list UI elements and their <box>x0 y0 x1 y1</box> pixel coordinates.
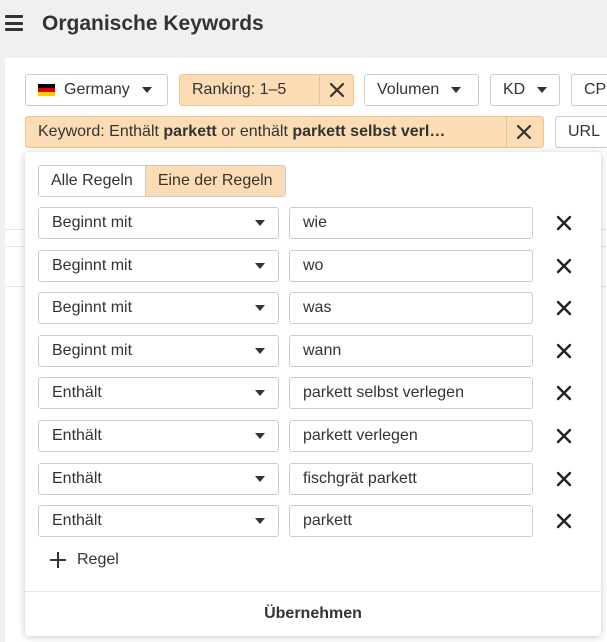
rule-operator-select[interactable]: Beginnt mit <box>38 335 279 367</box>
keyword-filter-text: Keyword: Enthält parkett or enthält park… <box>38 123 445 141</box>
rule-value-input[interactable]: fischgrät parkett <box>289 463 533 495</box>
close-icon <box>556 300 572 316</box>
keyword-filter-middle: or enthält <box>216 123 293 140</box>
close-icon <box>556 385 572 401</box>
chevron-down-icon <box>255 220 265 226</box>
rule-value-input[interactable]: wie <box>289 207 533 239</box>
plus-icon <box>50 552 66 568</box>
kd-filter[interactable]: KD <box>490 74 560 106</box>
volume-label: Volumen <box>377 81 440 98</box>
rule-remove-button[interactable] <box>552 339 576 363</box>
add-rule-button[interactable]: Regel <box>50 551 119 569</box>
keyword-filter[interactable]: Keyword: Enthält parkett or enthält park… <box>25 116 544 148</box>
url-filter[interactable]: URL <box>555 116 607 148</box>
rule-operator-select[interactable]: Enthält <box>38 377 279 409</box>
close-icon <box>556 343 572 359</box>
rule-operator-label: Beginnt mit <box>52 257 133 274</box>
keyword-filter-prefix: Keyword: Enthält <box>38 123 164 140</box>
rule-operator-label: Enthält <box>52 512 102 529</box>
top-bar: Organische Keywords <box>0 0 607 58</box>
close-icon <box>556 428 572 444</box>
volume-filter[interactable]: Volumen <box>364 74 479 106</box>
rule-operator-select[interactable]: Enthält <box>38 505 279 537</box>
rule-remove-button[interactable] <box>552 424 576 448</box>
rule-remove-button[interactable] <box>552 381 576 405</box>
rule-mode-toggle: Alle Regeln Eine der Regeln <box>38 165 286 197</box>
rule-operator-select[interactable]: Beginnt mit <box>38 207 279 239</box>
country-label: Germany <box>64 81 130 98</box>
rule-value-input[interactable]: wann <box>289 335 533 367</box>
chevron-down-icon <box>255 518 265 524</box>
chevron-down-icon <box>255 348 265 354</box>
close-icon <box>556 513 572 529</box>
close-icon <box>556 215 572 231</box>
rule-remove-button[interactable] <box>552 509 576 533</box>
chevron-down-icon <box>255 476 265 482</box>
keyword-filter-term-1: parkett <box>163 123 217 140</box>
apply-button[interactable]: Übernehmen <box>264 605 362 623</box>
rule-operator-label: Enthält <box>52 427 102 444</box>
hamburger-menu-icon[interactable] <box>5 15 23 31</box>
chevron-down-icon <box>141 87 152 93</box>
page-title: Organische Keywords <box>42 12 264 35</box>
germany-flag-icon <box>38 84 55 96</box>
rule-operator-label: Beginnt mit <box>52 299 133 316</box>
rule-operator-select[interactable]: Enthält <box>38 420 279 452</box>
keyword-filter-term-2: parkett selbst verl… <box>292 123 446 140</box>
chevron-down-icon <box>255 263 265 269</box>
rule-value-input[interactable]: parkett <box>289 505 533 537</box>
mode-all-rules-button[interactable]: Alle Regeln <box>39 166 145 196</box>
mode-any-rule-button[interactable]: Eine der Regeln <box>144 166 285 196</box>
rule-operator-select[interactable]: Beginnt mit <box>38 292 279 324</box>
url-label: URL <box>568 123 601 140</box>
close-icon <box>556 258 572 274</box>
rule-value-input[interactable]: wo <box>289 250 533 282</box>
rule-remove-button[interactable] <box>552 467 576 491</box>
chevron-down-icon <box>537 87 548 93</box>
chevron-down-icon <box>451 87 462 93</box>
rule-value-input[interactable]: parkett verlegen <box>289 420 533 452</box>
rule-remove-button[interactable] <box>552 211 576 235</box>
chevron-down-icon <box>255 390 265 396</box>
country-select[interactable]: Germany <box>25 74 168 106</box>
close-icon <box>516 125 531 139</box>
rule-operator-label: Beginnt mit <box>52 214 133 231</box>
dropdown-footer: Übernehmen <box>25 591 601 636</box>
add-rule-label: Regel <box>77 551 119 568</box>
keyword-filter-remove-button[interactable] <box>506 117 540 147</box>
kd-label: KD <box>503 81 526 98</box>
ranking-filter-remove-button[interactable] <box>319 75 353 105</box>
close-icon <box>556 471 572 487</box>
ranking-filter[interactable]: Ranking: 1–5 <box>179 74 354 106</box>
rule-operator-select[interactable]: Enthält <box>38 463 279 495</box>
ranking-filter-label: Ranking: 1–5 <box>192 81 287 98</box>
rule-remove-button[interactable] <box>552 254 576 278</box>
rule-operator-label: Beginnt mit <box>52 342 133 359</box>
rule-operator-label: Enthält <box>52 384 102 401</box>
rule-operator-select[interactable]: Beginnt mit <box>38 250 279 282</box>
close-icon <box>329 83 344 97</box>
rule-value-input[interactable]: was <box>289 292 533 324</box>
rule-remove-button[interactable] <box>552 296 576 320</box>
keyword-filter-dropdown: Alle Regeln Eine der Regeln Beginnt mit w… <box>25 152 601 636</box>
cpc-filter[interactable]: CPC <box>571 74 607 106</box>
chevron-down-icon <box>255 305 265 311</box>
chevron-down-icon <box>255 433 265 439</box>
rule-value-input[interactable]: parkett selbst verlegen <box>289 377 533 409</box>
rule-operator-label: Enthält <box>52 470 102 487</box>
cpc-label: CPC <box>584 81 607 98</box>
